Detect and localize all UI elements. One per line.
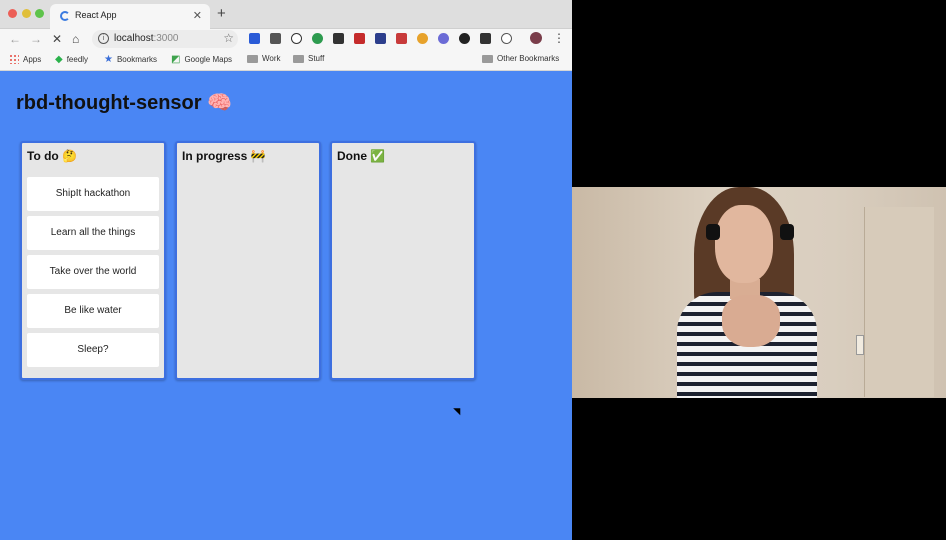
person-face bbox=[715, 205, 773, 283]
mouse-cursor-icon bbox=[453, 404, 464, 416]
extension-dark-icon[interactable] bbox=[459, 33, 470, 44]
extension-1password-icon[interactable] bbox=[291, 33, 302, 44]
maximize-window-button[interactable] bbox=[35, 9, 44, 18]
extension-pinterest-icon[interactable] bbox=[396, 33, 407, 44]
task-card[interactable]: Take over the world bbox=[27, 255, 159, 289]
tab-title: React App bbox=[75, 10, 117, 20]
wall-panel bbox=[864, 207, 934, 397]
task-card[interactable]: ShipIt hackathon bbox=[27, 177, 159, 211]
webcam-video bbox=[572, 187, 946, 398]
extension-more-icon[interactable] bbox=[480, 33, 491, 44]
feedly-icon: ◆ bbox=[55, 54, 63, 65]
profile-avatar[interactable] bbox=[530, 32, 542, 44]
extension-gear-icon[interactable] bbox=[417, 33, 428, 44]
column-title: To do 🤔 bbox=[27, 149, 78, 163]
bookmarks-bar: Apps ◆ feedly ★ Bookmarks ◩ Google Maps Wor… bbox=[0, 50, 572, 71]
bookmark-apps[interactable]: Apps bbox=[9, 54, 41, 64]
column-title: Done ✅ bbox=[337, 149, 386, 163]
column-done[interactable]: Done ✅ bbox=[330, 141, 476, 380]
bookmark-feedly[interactable]: ◆ feedly bbox=[55, 54, 88, 65]
person-hands bbox=[722, 295, 780, 347]
column-title: In progress 🚧 bbox=[182, 149, 266, 163]
browser-tab[interactable]: React App ✕ bbox=[50, 4, 210, 29]
bookmark-google-maps[interactable]: ◩ Google Maps bbox=[171, 54, 232, 65]
menu-kebab-icon[interactable]: ⋮ bbox=[553, 31, 565, 45]
extension-shield-icon[interactable] bbox=[333, 33, 344, 44]
apps-grid-icon bbox=[9, 54, 19, 64]
star-icon: ★ bbox=[104, 54, 113, 65]
browser-window: React App ✕ + ← → ✕ ⌂ i localhost:3000 ☆… bbox=[0, 0, 572, 540]
headset-left-icon bbox=[706, 224, 720, 240]
loading-spinner-icon bbox=[60, 11, 70, 21]
extension-react-icon[interactable] bbox=[438, 33, 449, 44]
wall-outlet bbox=[856, 335, 864, 355]
browser-toolbar: ← → ✕ ⌂ i localhost:3000 ☆ ⋮ bbox=[0, 29, 572, 50]
minimize-window-button[interactable] bbox=[22, 9, 31, 18]
extension-circle-icon[interactable] bbox=[501, 33, 512, 44]
bookmark-stuff[interactable]: Stuff bbox=[293, 54, 324, 63]
task-card[interactable]: Be like water bbox=[27, 294, 159, 328]
home-icon[interactable]: ⌂ bbox=[72, 32, 79, 46]
extension-ruler-icon[interactable] bbox=[375, 33, 386, 44]
page-title: rbd-thought-sensor 🧠 bbox=[16, 92, 232, 114]
title-bar: React App ✕ + bbox=[0, 0, 572, 29]
map-pin-icon: ◩ bbox=[171, 54, 181, 65]
folder-icon bbox=[482, 54, 493, 63]
extension-grammarly-icon[interactable] bbox=[312, 33, 323, 44]
site-info-icon[interactable]: i bbox=[98, 33, 109, 44]
url-text: localhost:3000 bbox=[114, 33, 179, 44]
bookmark-work[interactable]: Work bbox=[247, 54, 281, 63]
back-arrow-icon[interactable]: ← bbox=[9, 32, 21, 46]
forward-arrow-icon[interactable]: → bbox=[30, 32, 42, 46]
task-card[interactable]: Sleep? bbox=[27, 333, 159, 367]
folder-icon bbox=[247, 54, 258, 63]
close-tab-icon[interactable]: ✕ bbox=[193, 9, 202, 22]
headset-right-icon bbox=[780, 224, 794, 240]
folder-icon bbox=[293, 54, 304, 63]
task-card[interactable]: Learn all the things bbox=[27, 216, 159, 250]
column-in-progress[interactable]: In progress 🚧 bbox=[175, 141, 321, 380]
new-tab-button[interactable]: + bbox=[217, 6, 226, 21]
stop-loading-icon[interactable]: ✕ bbox=[52, 32, 62, 46]
extension-w-icon[interactable] bbox=[270, 33, 281, 44]
close-window-button[interactable] bbox=[8, 9, 17, 18]
bookmark-other-bookmarks[interactable]: Other Bookmarks bbox=[482, 54, 559, 63]
task-list: ShipIt hackathon Learn all the things Ta… bbox=[27, 177, 159, 372]
extension-red-icon[interactable] bbox=[354, 33, 365, 44]
column-to-do[interactable]: To do 🤔 ShipIt hackathon Learn all the t… bbox=[20, 141, 166, 380]
extension-v-icon[interactable] bbox=[249, 33, 260, 44]
app-page: rbd-thought-sensor 🧠 To do 🤔 ShipIt hack… bbox=[0, 72, 572, 538]
address-bar[interactable]: i localhost:3000 ☆ bbox=[92, 30, 238, 48]
bookmark-bookmarks[interactable]: ★ Bookmarks bbox=[104, 54, 157, 65]
bookmark-star-icon[interactable]: ☆ bbox=[223, 31, 234, 45]
